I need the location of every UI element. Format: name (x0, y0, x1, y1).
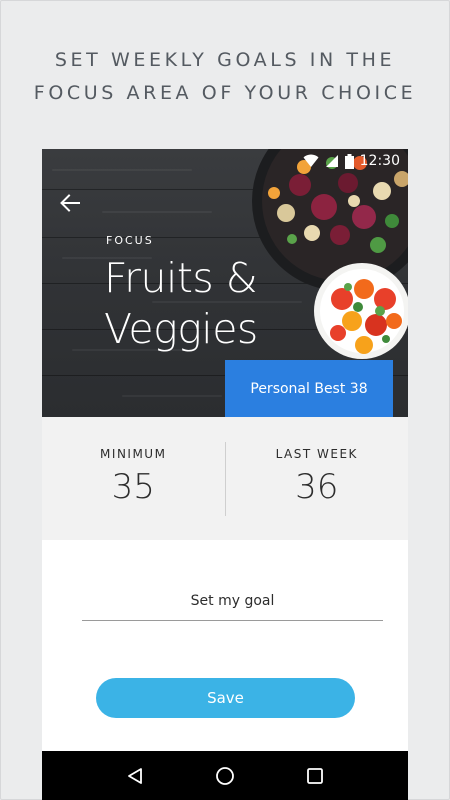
stats-panel: MINIMUM 35 LAST WEEK 36 (42, 417, 408, 540)
focus-title-line-2: Veggies (104, 305, 258, 353)
hero-image: 12:30 FOCUS Fruits & Veggies Personal Be… (42, 149, 408, 417)
nav-recents-button[interactable] (300, 761, 330, 791)
minimum-value: 35 (111, 467, 155, 507)
arrow-left-icon (60, 194, 80, 212)
nav-back-button[interactable] (120, 761, 150, 791)
last-week-label: LAST WEEK (275, 447, 358, 461)
status-bar: 12:30 (303, 152, 400, 170)
promo-headline: SET WEEKLY GOALS IN THE FOCUS AREA OF YO… (0, 44, 450, 110)
minimum-stat: MINIMUM 35 (42, 417, 225, 540)
battery-icon (344, 153, 354, 169)
promo-headline-line-2: FOCUS AREA OF YOUR CHOICE (33, 82, 417, 104)
last-week-stat: LAST WEEK 36 (226, 417, 409, 540)
status-time: 12:30 (359, 153, 400, 169)
personal-best-badge: Personal Best 38 (225, 360, 393, 417)
android-nav-bar (42, 751, 408, 800)
goal-input[interactable]: Set my goal (82, 581, 383, 621)
focus-title-line-1: Fruits & (104, 254, 258, 302)
promo-headline-line-1: SET WEEKLY GOALS IN THE (54, 49, 396, 71)
save-button[interactable]: Save (96, 678, 355, 718)
signal-icon (325, 155, 338, 167)
back-button[interactable] (56, 189, 84, 217)
last-week-value: 36 (295, 467, 339, 507)
focus-title: Fruits & Veggies (104, 253, 304, 355)
wifi-icon (303, 154, 319, 167)
recents-square-icon (307, 767, 323, 784)
home-circle-icon (216, 766, 234, 785)
nav-home-button[interactable] (210, 761, 240, 791)
phone-screen: 12:30 FOCUS Fruits & Veggies Personal Be… (42, 149, 408, 800)
focus-label: FOCUS (106, 234, 154, 247)
minimum-label: MINIMUM (100, 447, 167, 461)
back-triangle-icon (128, 767, 142, 784)
